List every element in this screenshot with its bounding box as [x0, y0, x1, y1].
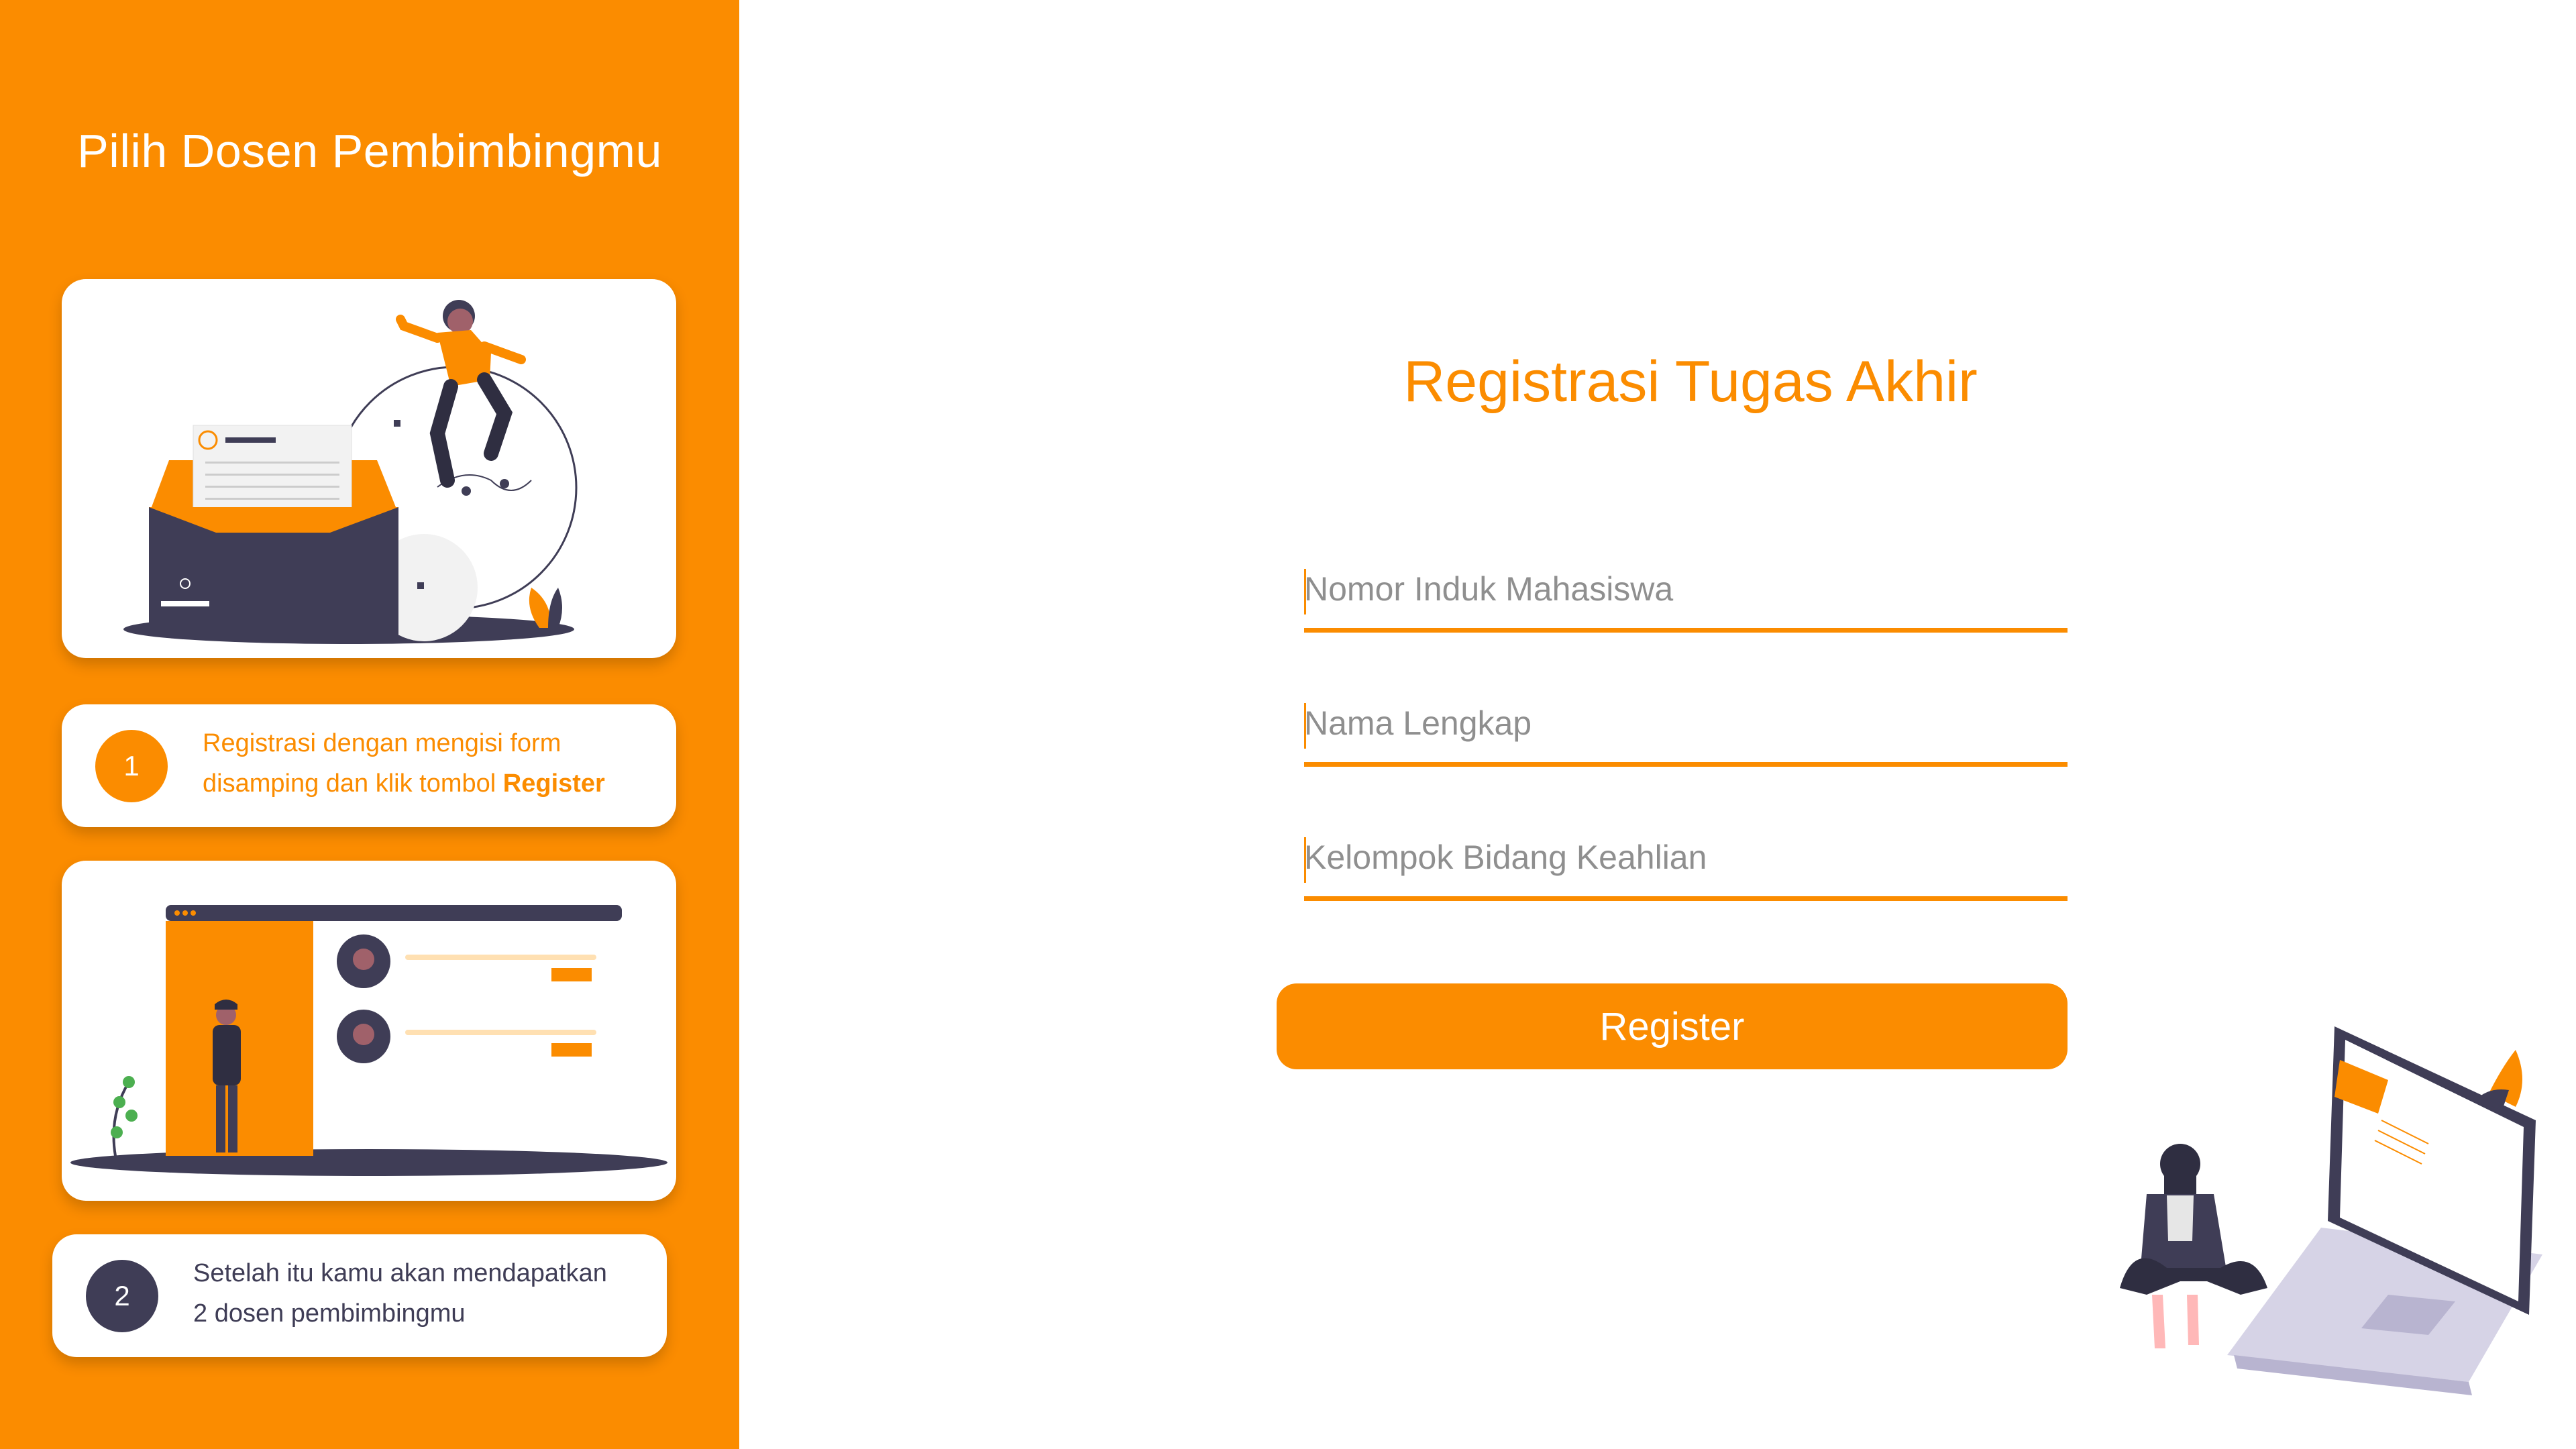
woman-laptop-illustration	[2120, 1026, 2542, 1395]
sidebar-title: Pilih Dosen Pembimbingmu	[77, 125, 662, 177]
form-title: Registrasi Tugas Akhir	[1403, 350, 1978, 414]
step-2-line2: 2 dosen pembimbingmu	[193, 1299, 466, 1328]
step-1-card: 1 Registrasi dengan mengisi form disampi…	[62, 704, 676, 827]
profile-illustration-card	[62, 861, 676, 1201]
mail-envelope-illustration	[123, 300, 578, 644]
step-number-badge: 2	[86, 1260, 158, 1332]
nim-input[interactable]	[1304, 554, 2068, 628]
nim-field	[1304, 554, 2068, 633]
step-2-card: 2 Setelah itu kamu akan mendapatkan 2 do…	[52, 1234, 667, 1357]
step-1-text: Registrasi dengan mengisi form disamping…	[203, 723, 605, 804]
step-1-line1: Registrasi dengan mengisi form	[203, 729, 561, 757]
expertise-group-input[interactable]	[1304, 822, 2068, 896]
fullname-field	[1304, 688, 2068, 767]
mail-illustration-card	[62, 279, 676, 658]
expertise-group-field	[1304, 822, 2068, 901]
step-number-badge: 1	[95, 730, 168, 802]
step-2-text: Setelah itu kamu akan mendapatkan 2 dose…	[193, 1253, 607, 1334]
fullname-input[interactable]	[1304, 688, 2068, 762]
profile-list-illustration	[70, 905, 667, 1176]
register-button[interactable]: Register	[1277, 983, 2068, 1069]
step-2-line1: Setelah itu kamu akan mendapatkan	[193, 1259, 607, 1287]
step-1-line2: disamping dan klik tombol	[203, 769, 503, 798]
step-1-bold: Register	[502, 769, 605, 798]
sidebar: Pilih Dosen Pembimbingmu 1 Registrasi de…	[0, 0, 739, 1449]
